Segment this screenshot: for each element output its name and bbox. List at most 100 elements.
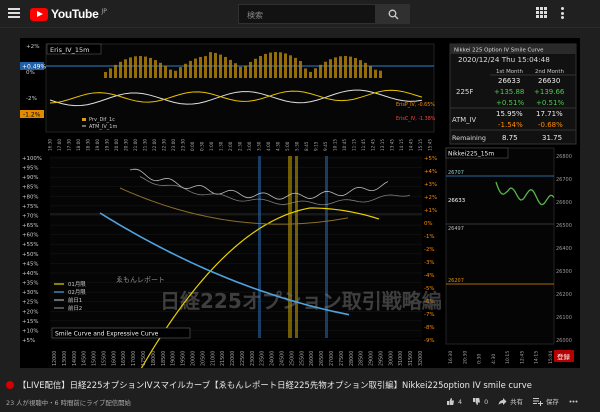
iv-table-datetime: 2020/12/24 Thu 15:04:48 bbox=[458, 55, 550, 64]
smile-right-ytick: -3% bbox=[424, 260, 435, 266]
eris-xtick-label: 19:30 bbox=[105, 139, 110, 151]
smile-left-ytick: +20% bbox=[22, 309, 39, 315]
eris-bar bbox=[179, 67, 182, 78]
smile-xtick-label: 25000 bbox=[289, 351, 295, 366]
smile-left-ytick: +75% bbox=[22, 204, 39, 210]
smile-xtick-label: 18500 bbox=[161, 351, 167, 366]
smile-right-ytick: +5% bbox=[424, 156, 437, 162]
save-button[interactable]: 保存 bbox=[532, 397, 559, 406]
eris-legend-1: Prv_Dif_1c bbox=[89, 117, 115, 123]
video-title[interactable]: 【LIVE配信】日経225オプションIVスマイルカーブ【ゑもんレポート日経225… bbox=[18, 379, 532, 391]
smile-right-ytick: -2% bbox=[424, 247, 435, 253]
smile-xtick-label: 22000 bbox=[230, 351, 236, 366]
smile-xtick-label: 18000 bbox=[151, 351, 157, 366]
eris-bar bbox=[189, 60, 192, 78]
eris-xtick-label: 1:30 bbox=[219, 141, 224, 151]
smile-left-ytick: +15% bbox=[22, 319, 39, 325]
video-meta-row: 23 人が視聴中・6 時間前にライブ配信開始 4 0 共有 保存 bbox=[0, 396, 600, 412]
more-options-icon[interactable] bbox=[561, 7, 564, 19]
eris-legend-swatch-1 bbox=[82, 118, 86, 121]
eris-bar bbox=[104, 72, 107, 78]
iv-row-remaining-label: Remaining bbox=[452, 134, 486, 142]
eris-xtick-label: 1:00 bbox=[209, 141, 214, 151]
eris-bar bbox=[114, 64, 117, 78]
smile-xtick-label: 14500 bbox=[82, 351, 88, 366]
smile-left-ytick: +100% bbox=[22, 156, 42, 162]
iv-table-title: Nikkei 225 Option IV Smile Curve bbox=[454, 48, 544, 54]
eris-bar bbox=[134, 56, 137, 78]
eris-bar bbox=[249, 61, 252, 78]
eris-bar bbox=[204, 56, 207, 78]
eris-bar bbox=[264, 53, 267, 78]
smile-xtick-label: 24000 bbox=[270, 351, 276, 366]
nikkei-ytick-label: 26600 bbox=[556, 200, 572, 206]
iv-row-atm-label: ATM_IV bbox=[452, 116, 477, 124]
iv-atm-1: 15.95% bbox=[496, 110, 523, 118]
nikkei-xtick-label: 20:30 bbox=[462, 351, 468, 364]
dislike-button[interactable]: 0 bbox=[472, 397, 488, 406]
eris-xtick-label: 12:45 bbox=[371, 139, 376, 151]
nikkei-xtick-label: 15:04 bbox=[548, 351, 554, 364]
smile-xtick-label: 26500 bbox=[319, 351, 325, 366]
smile-right-ytick: -8% bbox=[424, 325, 435, 331]
smile-xtick-label: 23000 bbox=[250, 351, 256, 366]
eris-bar bbox=[269, 52, 272, 78]
eris-bar bbox=[144, 56, 147, 78]
eris-xtick-label: 3:00 bbox=[247, 141, 252, 151]
eris-bar bbox=[284, 53, 287, 78]
share-button[interactable]: 共有 bbox=[498, 397, 523, 406]
eris-xtick-label: 22:30 bbox=[162, 139, 167, 151]
smile-xtick-label: 23500 bbox=[260, 351, 266, 366]
iv-remaining-2: 31.75 bbox=[542, 134, 562, 142]
smile-right-ytick: +4% bbox=[424, 169, 437, 175]
apps-icon[interactable] bbox=[536, 7, 547, 18]
nikkei-level-label-3: 26497 bbox=[448, 226, 464, 232]
nikkei-xtick-label: 14:15 bbox=[534, 351, 540, 364]
search-input[interactable]: 検索 bbox=[238, 4, 376, 24]
smile-chart: +100% +95% +90% +85% +80% +75% +70% +65% +60% +55… bbox=[22, 156, 442, 368]
eris-xtick-label: 2:30 bbox=[238, 141, 243, 151]
search-icon bbox=[388, 9, 399, 20]
eris-xtick-label: 20:30 bbox=[124, 139, 129, 151]
smile-xtick-label: 27500 bbox=[339, 351, 345, 366]
smile-left-ytick: +10% bbox=[22, 328, 39, 334]
eris-xtick-label: 20:00 bbox=[114, 139, 119, 151]
search-button[interactable] bbox=[376, 4, 410, 24]
smile-left-ytick: +65% bbox=[22, 223, 39, 229]
eris-badge-orange-label: -1.2% bbox=[23, 112, 41, 119]
live-indicator-icon bbox=[6, 381, 14, 389]
dislike-count: 0 bbox=[484, 397, 489, 406]
more-actions-button[interactable] bbox=[569, 397, 578, 406]
legend-m1: 01月限 bbox=[68, 280, 86, 288]
nikkei-xtick-label: 16:30 bbox=[448, 351, 454, 364]
iv-change-1: +135.88 bbox=[494, 88, 524, 96]
eris-xtick-label: 21:30 bbox=[143, 139, 148, 151]
iv-pct-1: +0.51% bbox=[496, 99, 524, 107]
hamburger-menu-icon[interactable] bbox=[8, 8, 20, 18]
eris-xtick-label: 17:30 bbox=[67, 139, 72, 151]
eris-bar bbox=[374, 69, 377, 78]
smile-xtick-label: 20000 bbox=[190, 351, 196, 366]
eris-ytick-label: +2% bbox=[26, 44, 40, 50]
youtube-logo[interactable]: YouTube JP bbox=[30, 7, 107, 21]
smile-xtick-label: 28500 bbox=[359, 351, 365, 366]
eris-xtick-label: 10:15 bbox=[333, 139, 338, 151]
eris-xtick-label: 22:00 bbox=[152, 139, 157, 151]
eris-xtick-label: 4:30 bbox=[276, 141, 281, 151]
like-button[interactable]: 4 bbox=[446, 397, 462, 406]
iv-change-2: +139.66 bbox=[534, 88, 565, 96]
smile-xtick-label: 25500 bbox=[299, 351, 305, 366]
more-horizontal-icon bbox=[569, 400, 578, 403]
like-count: 4 bbox=[458, 397, 463, 406]
video-frame: Eris_IV_15m +2% 0% -2% +0.49% -1.2% Prv_Di… bbox=[20, 38, 580, 368]
iv-row-225f-label: 225F bbox=[456, 88, 473, 96]
eris-xtick-label: 10:45 bbox=[342, 139, 347, 151]
eris-xtick-label: 21:00 bbox=[133, 139, 138, 151]
legend-prev1: 前日1 bbox=[68, 296, 82, 304]
eris-bar bbox=[354, 57, 357, 78]
video-player[interactable]: Eris_IV_15m +2% 0% -2% +0.49% -1.2% Prv_Di… bbox=[20, 38, 580, 368]
eris-bar bbox=[319, 64, 322, 78]
smile-left-ytick: +5% bbox=[22, 338, 35, 344]
smile-xtick-label: 32000 bbox=[418, 351, 424, 366]
eris-xtick-label: 5:00 bbox=[285, 141, 290, 151]
